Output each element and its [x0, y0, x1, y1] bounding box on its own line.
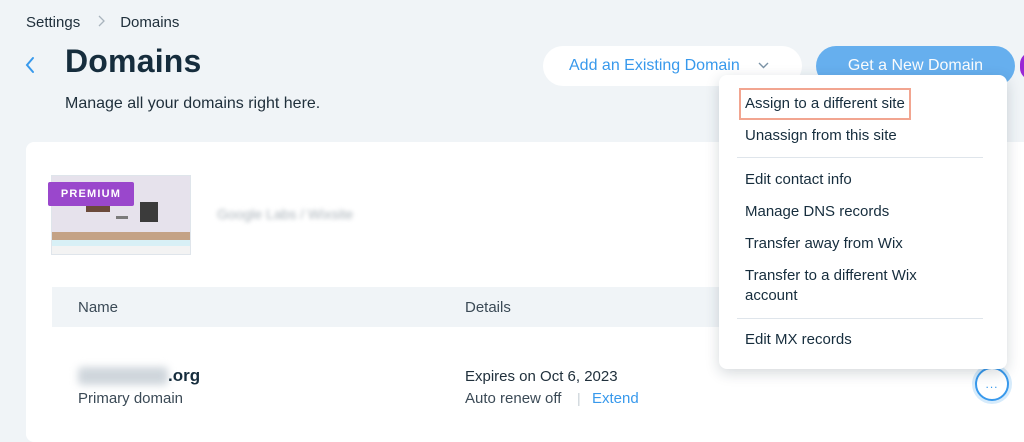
premium-badge: PREMIUM — [48, 182, 134, 206]
chevron-left-icon — [25, 57, 34, 73]
menu-item-edit-contact-info[interactable]: Edit contact info — [745, 170, 852, 190]
back-button[interactable] — [24, 52, 42, 78]
menu-divider — [737, 157, 983, 158]
menu-item-manage-dns[interactable]: Manage DNS records — [745, 202, 889, 222]
add-existing-domain-label: Add an Existing Domain — [569, 57, 740, 74]
thumbnail-detail — [52, 232, 190, 240]
auto-renew-status: Auto renew off — [465, 390, 562, 407]
menu-item-transfer-wix-account[interactable]: Transfer to a different Wix account — [745, 266, 945, 306]
breadcrumb: Settings Domains — [26, 14, 179, 31]
more-actions-button[interactable]: ... — [975, 367, 1009, 401]
extend-link[interactable]: Extend — [592, 390, 639, 407]
chevron-down-icon — [758, 60, 769, 72]
separator: | — [577, 390, 581, 406]
thumbnail-detail — [140, 202, 158, 222]
menu-item-assign-different-site[interactable]: Assign to a different site — [739, 88, 911, 120]
avatar[interactable] — [1020, 52, 1024, 80]
menu-item-unassign-site[interactable]: Unassign from this site — [745, 126, 897, 146]
menu-item-transfer-away[interactable]: Transfer away from Wix — [745, 234, 903, 254]
column-header-name: Name — [78, 299, 119, 316]
site-name: Google Labs / Wixsite — [217, 206, 354, 222]
expiry-date: Expires on Oct 6, 2023 — [465, 368, 618, 385]
page-title: Domains — [65, 43, 202, 79]
domain-name-redacted — [78, 367, 168, 385]
thumbnail-detail — [116, 216, 128, 219]
ellipsis-icon: ... — [985, 377, 999, 391]
thumbnail-detail — [86, 206, 110, 212]
thumbnail-detail — [52, 246, 190, 254]
column-header-details: Details — [465, 299, 511, 316]
chevron-right-icon — [98, 14, 106, 31]
table-header — [52, 287, 752, 327]
breadcrumb-settings-link[interactable]: Settings — [26, 14, 80, 31]
breadcrumb-current: Domains — [120, 14, 180, 31]
menu-item-edit-mx-records[interactable]: Edit MX records — [745, 330, 852, 350]
domain-name: .org — [168, 366, 201, 385]
actions-menu: Assign to a different site Unassign from… — [719, 75, 1007, 369]
page-subtitle: Manage all your domains right here. — [65, 95, 321, 112]
menu-divider — [737, 318, 983, 319]
domain-type: Primary domain — [78, 390, 184, 407]
